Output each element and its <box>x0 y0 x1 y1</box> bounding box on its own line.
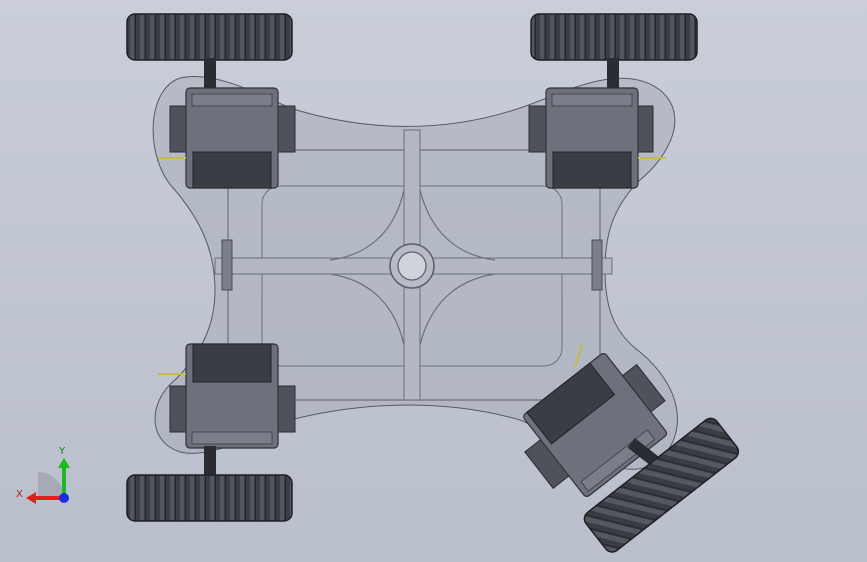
servo-rear-left[interactable] <box>158 343 296 449</box>
coordinate-triad: Y X <box>16 446 70 504</box>
triad-y-label: Y <box>58 446 66 457</box>
axle-front-right <box>607 58 619 88</box>
triad-origin <box>59 493 69 503</box>
triad-z-wedge <box>38 472 64 498</box>
triad-x-arrow <box>26 492 36 504</box>
axle-front-left <box>204 58 216 88</box>
wheel-rear-left[interactable] <box>126 474 293 522</box>
wheel-front-right[interactable] <box>530 13 698 61</box>
center-hub-hole <box>397 251 427 281</box>
cad-viewport[interactable]: Y X <box>0 0 867 562</box>
axle-rear-left <box>204 446 216 476</box>
model-scene[interactable]: Y X <box>0 0 867 562</box>
wheel-front-left[interactable] <box>126 13 293 61</box>
left-bracket <box>221 239 233 291</box>
triad-x-label: X <box>16 489 23 500</box>
right-bracket <box>591 239 603 291</box>
triad-y-arrow <box>58 458 70 468</box>
